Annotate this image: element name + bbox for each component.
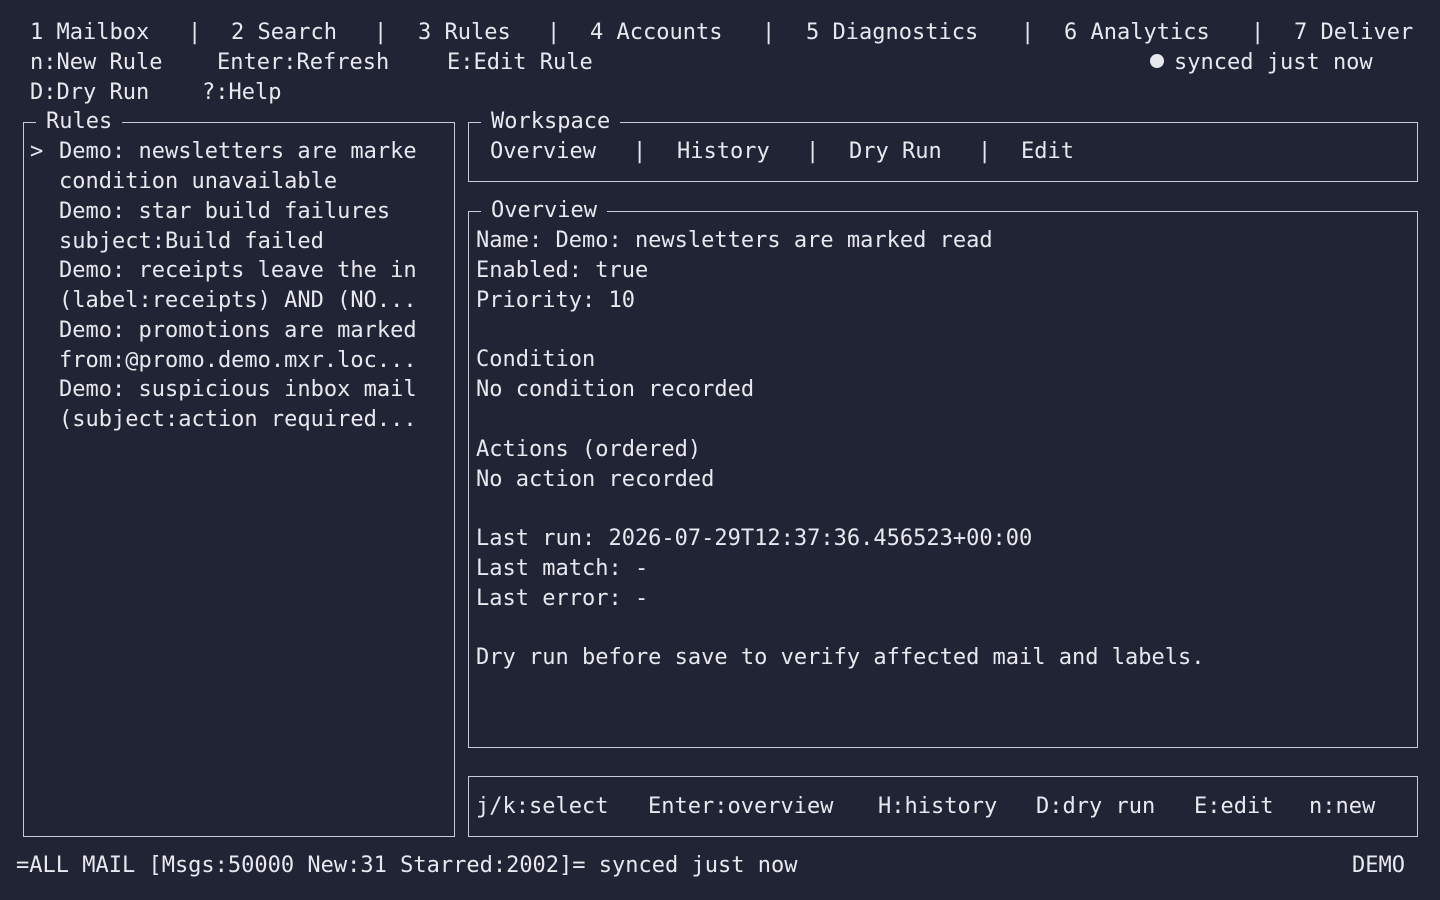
tab-separator: | [1251, 20, 1265, 45]
top-tab-accounts[interactable]: 4 Accounts [590, 18, 722, 48]
help-shortcut[interactable]: ?:Help [202, 78, 281, 108]
tab-separator: | [374, 20, 388, 45]
tab-separator: | [188, 20, 202, 45]
tab-separator: | [762, 20, 776, 45]
tab-separator: | [633, 139, 647, 164]
last-run: Last run: 2026-07-29T12:37:36.456523+00:… [476, 526, 1033, 551]
rule-item-detail: from:@promo.demo.mxr.loc... [59, 348, 417, 373]
tab-edit[interactable]: Edit [1021, 137, 1074, 167]
refresh-shortcut[interactable]: Enter:Refresh [217, 48, 389, 78]
rule-item-detail: (subject:action required... [59, 407, 417, 432]
rule-item-receipts[interactable]: Demo: receipts leave the in [59, 256, 449, 286]
rule-priority: Priority: 10 [476, 288, 635, 313]
key-history[interactable]: H:history [878, 792, 997, 822]
key-overview[interactable]: Enter:overview [648, 792, 833, 822]
top-tab-diagnostics[interactable]: 5 Diagnostics [806, 18, 978, 48]
sync-status-text: synced just now [1174, 50, 1373, 75]
rules-panel-title: Rules [36, 107, 123, 137]
rule-name: Name: Demo: newsletters are marked read [476, 228, 993, 253]
key-edit[interactable]: E:edit [1194, 792, 1273, 822]
key-select[interactable]: j/k:select [476, 792, 608, 822]
new-rule-shortcut[interactable]: n:New Rule [30, 48, 162, 78]
tab-overview[interactable]: Overview [490, 137, 596, 167]
tab-separator: | [547, 20, 561, 45]
tab-history[interactable]: History [677, 137, 770, 167]
rule-item-build-failures[interactable]: Demo: star build failures [59, 197, 449, 227]
sync-indicator: synced just now [1150, 48, 1373, 78]
sync-dot-icon [1150, 54, 1164, 68]
dry-run-shortcut[interactable]: D:Dry Run [30, 78, 149, 108]
key-new[interactable]: n:new [1309, 792, 1375, 822]
key-dry-run[interactable]: D:dry run [1036, 792, 1155, 822]
dry-run-hint: Dry run before save to verify affected m… [476, 645, 1205, 670]
rule-enabled: Enabled: true [476, 258, 649, 283]
top-tab-rules[interactable]: 3 Rules [418, 18, 511, 48]
rule-item-suspicious[interactable]: Demo: suspicious inbox mail [59, 375, 449, 405]
rule-item-promotions[interactable]: Demo: promotions are marked [59, 316, 449, 346]
actions-value: No action recorded [476, 467, 715, 492]
selection-cursor: > [30, 139, 44, 164]
overview-panel-title: Overview [481, 196, 607, 226]
actions-heading: Actions (ordered) [476, 437, 702, 462]
last-error: Last error: - [476, 586, 649, 611]
top-tab-mailbox[interactable]: 1 Mailbox [30, 18, 149, 48]
rule-item-newsletters[interactable]: Demo: newsletters are marke [59, 137, 449, 167]
rule-item-detail: (label:receipts) AND (NO... [59, 288, 417, 313]
top-tab-analytics[interactable]: 6 Analytics [1064, 18, 1210, 48]
rule-item-detail: condition unavailable [59, 169, 338, 194]
tab-dry-run[interactable]: Dry Run [849, 137, 942, 167]
workspace-panel: Workspace [468, 107, 1418, 182]
tab-separator: | [806, 139, 820, 164]
tab-separator: | [1021, 20, 1035, 45]
top-tab-deliverability[interactable]: 7 Deliver [1294, 18, 1413, 48]
tab-separator: | [978, 139, 992, 164]
top-tab-search[interactable]: 2 Search [231, 18, 337, 48]
status-bar-mode: DEMO [1352, 853, 1405, 878]
edit-rule-shortcut[interactable]: E:Edit Rule [447, 48, 593, 78]
condition-heading: Condition [476, 347, 596, 372]
rule-item-detail: subject:Build failed [59, 229, 324, 254]
status-bar-summary: =ALL MAIL [Msgs:50000 New:31 Starred:200… [16, 853, 798, 878]
last-match: Last match: - [476, 556, 649, 581]
workspace-panel-title: Workspace [481, 107, 621, 137]
condition-value: No condition recorded [476, 377, 755, 402]
